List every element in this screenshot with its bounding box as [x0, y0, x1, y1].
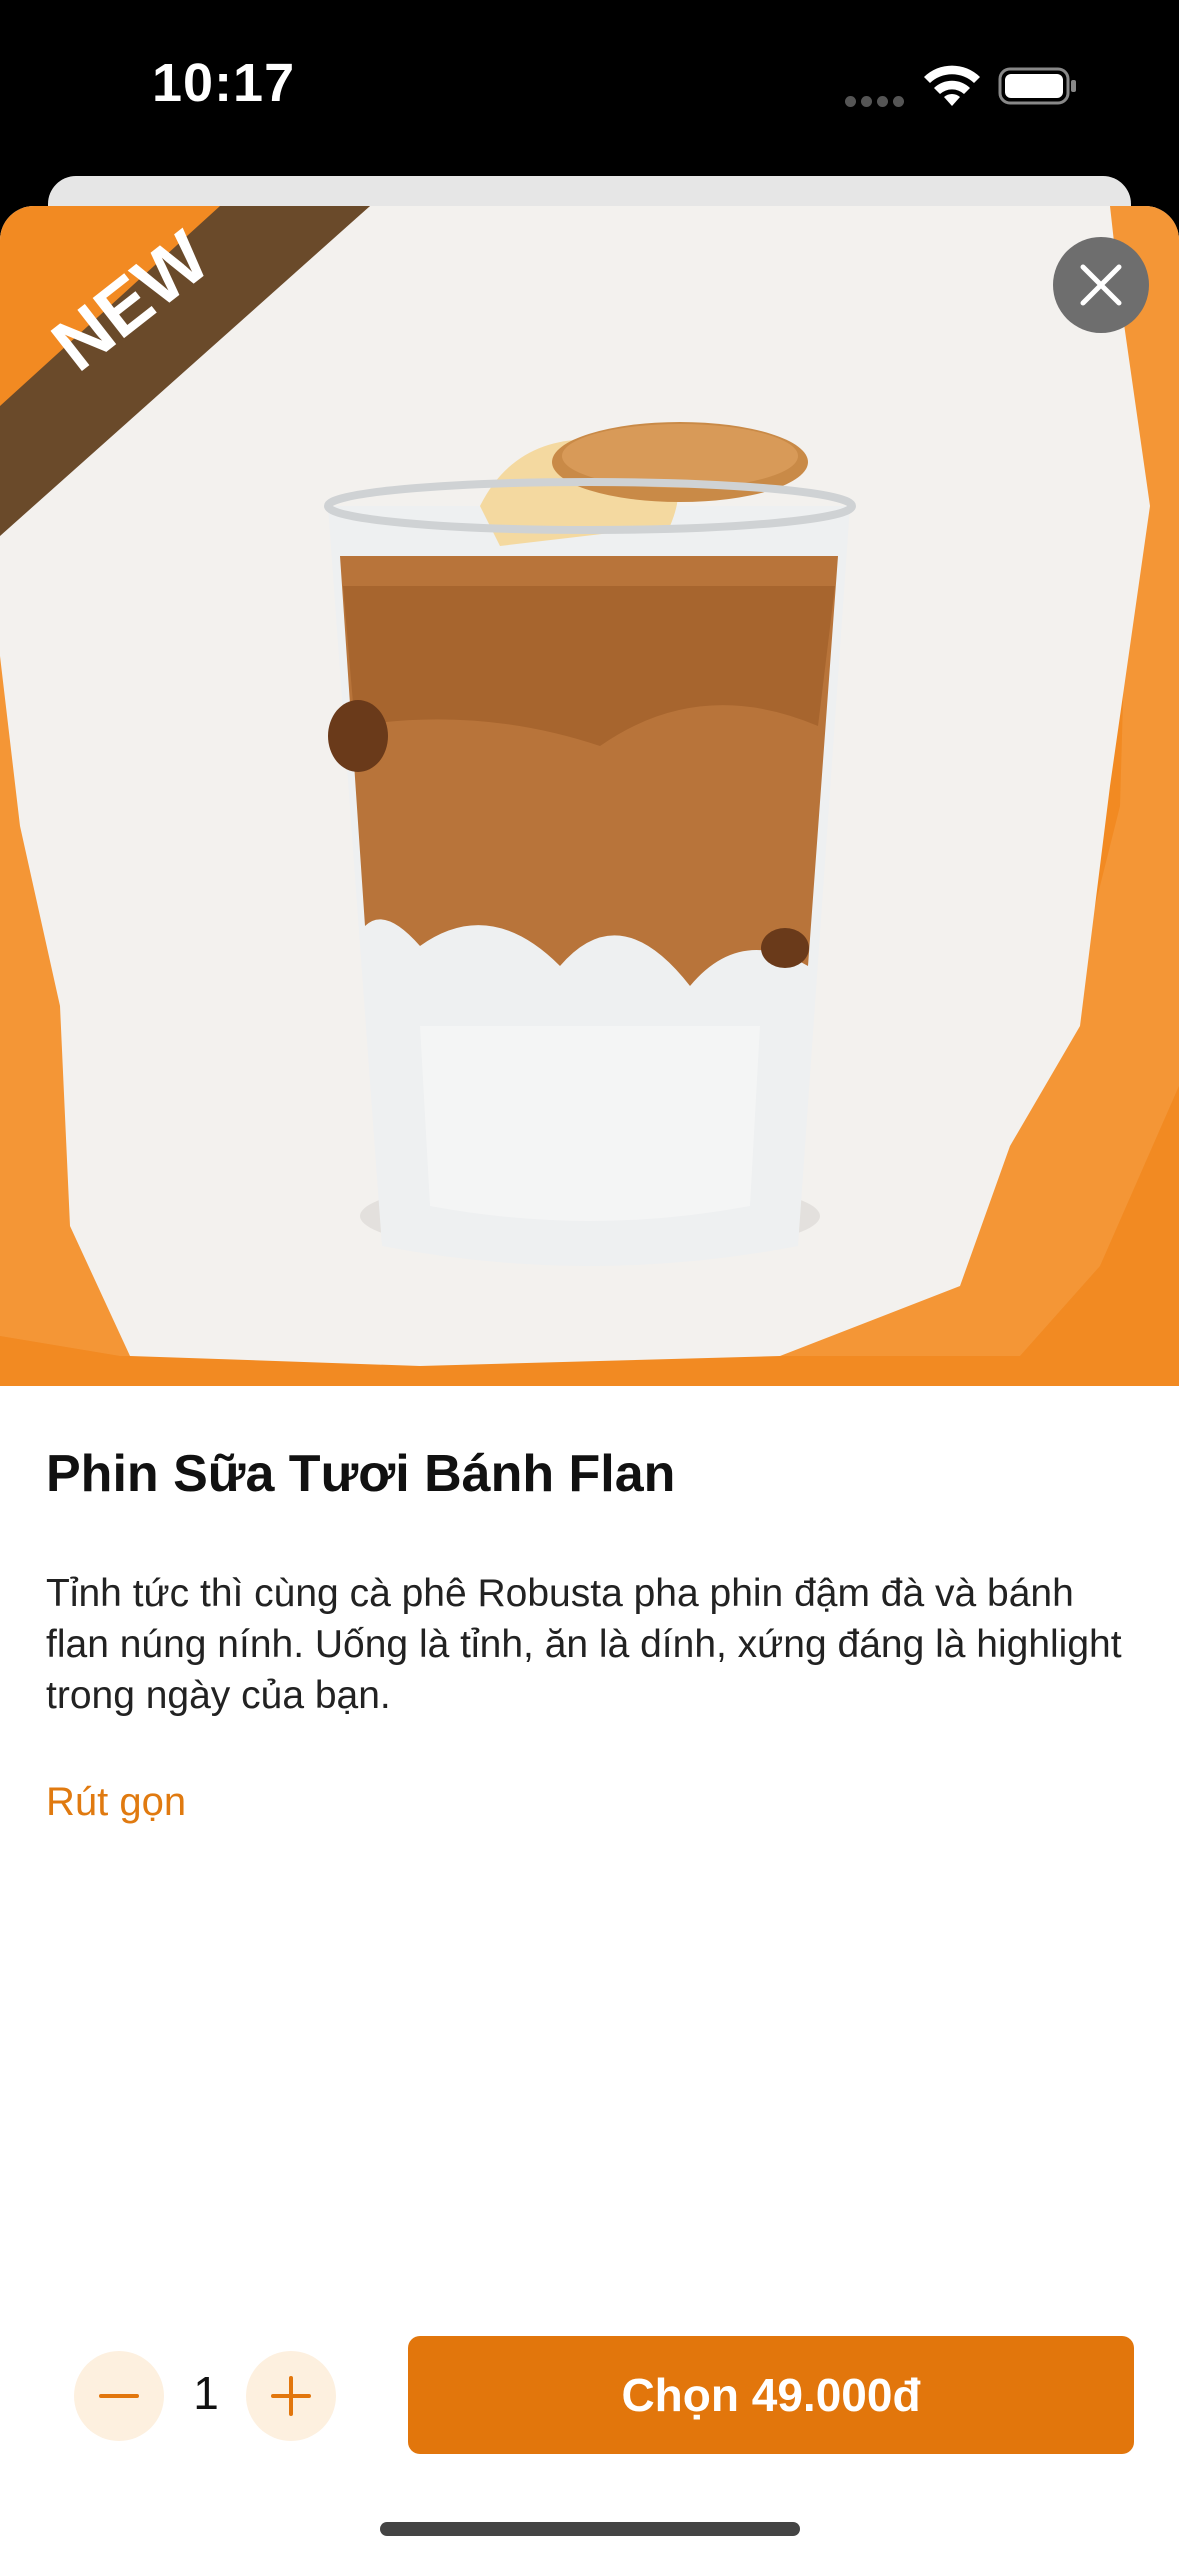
close-button[interactable] [1053, 237, 1149, 333]
close-icon [1080, 264, 1122, 306]
wifi-icon [924, 65, 980, 106]
decrease-quantity-button[interactable] [74, 2351, 164, 2441]
quantity-value: 1 [193, 2367, 219, 2419]
plus-icon [271, 2376, 311, 2416]
battery-icon [998, 67, 1076, 105]
collapse-description-link[interactable]: Rút gọn [46, 1780, 186, 1825]
add-to-order-button[interactable]: Chọn 49.000đ [408, 2336, 1134, 2454]
product-image: NEW [0, 206, 1179, 1386]
status-bar: 10:17 [0, 0, 1179, 180]
minus-icon [99, 2394, 139, 2398]
product-title: Phin Sữa Tươi Bánh Flan [46, 1445, 676, 1503]
increase-quantity-button[interactable] [246, 2351, 336, 2441]
product-description: Tỉnh tức thì cùng cà phê Robusta pha phi… [46, 1572, 1122, 1717]
product-detail-sheet: NEW Phin Sữa Tươi Bánh Flan Tỉnh tức thì… [0, 206, 1179, 2556]
cellular-signal-icon [845, 96, 905, 107]
iced-coffee-flan-image: NEW [0, 206, 1179, 1386]
home-indicator[interactable] [380, 2522, 800, 2536]
status-time: 10:17 [152, 53, 296, 113]
